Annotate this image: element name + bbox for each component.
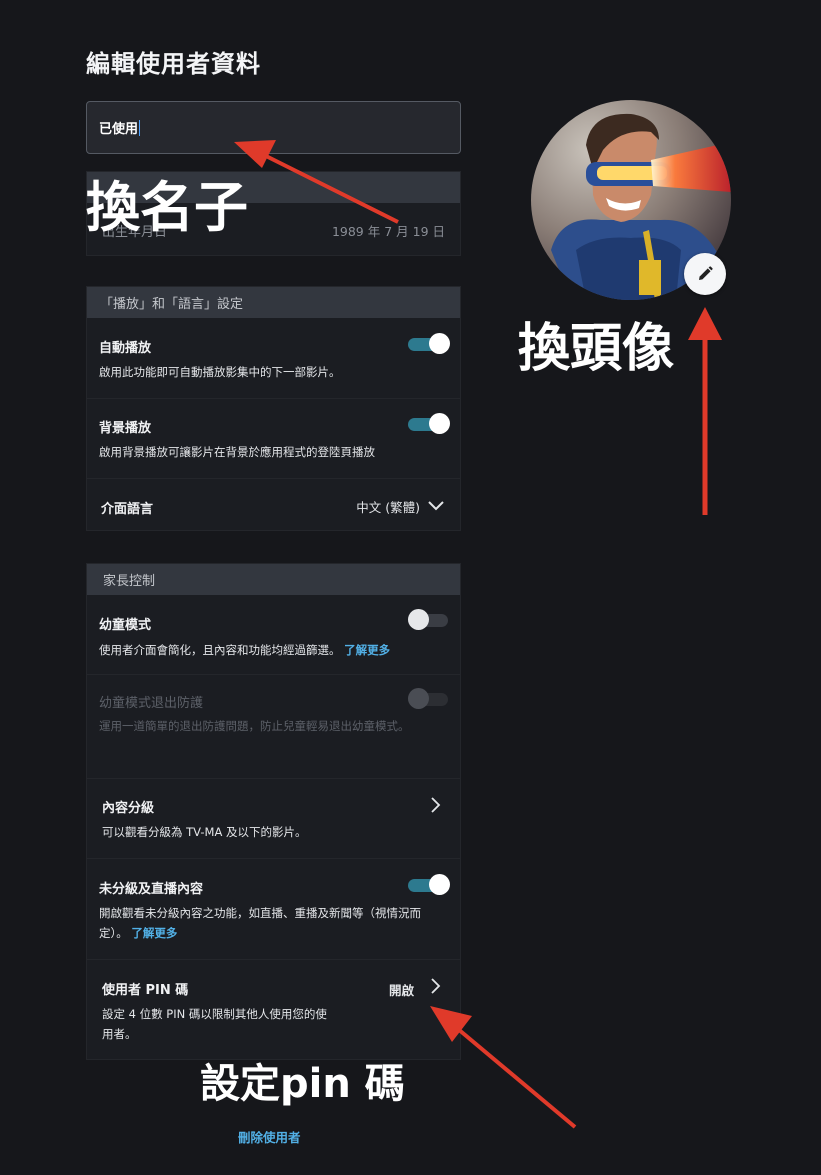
unrated-title: 未分級及直播內容	[99, 882, 204, 897]
content-rating-title: 內容分級	[102, 801, 155, 816]
background-play-toggle[interactable]	[408, 413, 450, 435]
kids-exit-desc: 運用一道簡單的退出防護問題，防止兒童輕易退出幼童模式。	[99, 719, 410, 733]
playback-language-panel: 「播放」和「語言」設定 自動播放 啟用此功能即可自動播放影集中的下一部影片。 背…	[86, 286, 461, 531]
birth-date-value: 1989 年 7 月 19 日	[331, 224, 445, 239]
edit-avatar-button[interactable]	[684, 253, 726, 295]
toggle-knob	[408, 609, 429, 630]
pin-status-value: 開啟	[388, 983, 414, 998]
playback-panel-header: 「播放」和「語言」設定	[87, 287, 460, 318]
toggle-knob	[429, 333, 450, 354]
kids-mode-row: 幼童模式 使用者介面會簡化，且內容和功能均經過篩選。 了解更多	[87, 595, 460, 675]
edit-profile-page: 編輯使用者資料 已使用 出生年月日 1989 年 7 月 19 日 「播放」和「…	[0, 0, 821, 1175]
autoplay-desc: 啟用此功能即可自動播放影集中的下一部影片。	[99, 365, 341, 379]
unrated-learn-more-link[interactable]: 了解更多	[131, 926, 177, 940]
unrated-content-row: 未分級及直播內容 開啟觀看未分級內容之功能，如直播、重播及新聞等（視情況而定）。…	[87, 859, 460, 960]
kids-mode-learn-more-link[interactable]: 了解更多	[344, 643, 390, 657]
content-rating-desc: 可以觀看分級為 TV-MA 及以下的影片。	[102, 825, 307, 839]
set-pin-annotation: 設定pin 碼	[200, 1061, 405, 1107]
background-play-row: 背景播放 啟用背景播放可讓影片在背景於應用程式的登陸頁播放	[87, 399, 460, 479]
chevron-right-icon[interactable]	[424, 794, 446, 816]
unrated-toggle[interactable]	[408, 874, 450, 896]
kids-mode-desc: 使用者介面會簡化，且內容和功能均經過篩選。 了解更多	[99, 640, 390, 660]
toggle-knob	[429, 874, 450, 895]
autoplay-row: 自動播放 啟用此功能即可自動播放影集中的下一部影片。	[87, 318, 460, 399]
chevron-right-icon[interactable]	[424, 975, 446, 997]
chevron-down-icon[interactable]	[425, 494, 447, 516]
content-rating-row[interactable]: 內容分級 可以觀看分級為 TV-MA 及以下的影片。	[87, 779, 460, 859]
kids-exit-protection-row: 幼童模式退出防護 運用一道簡單的退出防護問題，防止兒童輕易退出幼童模式。	[87, 675, 460, 779]
autoplay-title: 自動播放	[99, 341, 152, 356]
kids-mode-toggle[interactable]	[408, 609, 450, 631]
ui-language-row[interactable]: 介面語言 中文 (繁體)	[87, 479, 460, 531]
kids-mode-title: 幼童模式	[99, 618, 152, 633]
parental-controls-panel: 家長控制 幼童模式 使用者介面會簡化，且內容和功能均經過篩選。 了解更多 幼童模…	[86, 563, 461, 1060]
pencil-icon	[699, 266, 713, 280]
kids-exit-toggle[interactable]	[408, 688, 450, 710]
kids-exit-title: 幼童模式退出防護	[99, 696, 204, 711]
delete-profile-link[interactable]: 刪除使用者	[238, 1127, 301, 1146]
page-title: 編輯使用者資料	[86, 50, 261, 78]
parental-panel-header: 家長控制	[87, 564, 460, 595]
text-caret	[139, 119, 141, 136]
pin-title: 使用者 PIN 碼	[102, 983, 189, 998]
pin-desc: 設定 4 位數 PIN 碼以限制其他人使用您的使用者。	[102, 1007, 327, 1041]
user-pin-row[interactable]: 使用者 PIN 碼 開啟 設定 4 位數 PIN 碼以限制其他人使用您的使用者。	[87, 960, 460, 1058]
autoplay-toggle[interactable]	[408, 333, 450, 355]
kids-mode-desc-text: 使用者介面會簡化，且內容和功能均經過篩選。	[99, 643, 341, 657]
rename-annotation: 換名子	[86, 176, 248, 239]
toggle-knob	[429, 413, 450, 434]
change-avatar-annotation: 換頭像	[518, 319, 675, 379]
profile-name-input[interactable]: 已使用	[86, 101, 461, 154]
ui-language-title: 介面語言	[101, 502, 154, 517]
toggle-knob	[408, 688, 429, 709]
background-play-desc: 啟用背景播放可讓影片在背景於應用程式的登陸頁播放	[99, 445, 375, 459]
profile-name-value: 已使用	[99, 122, 139, 137]
ui-language-value: 中文 (繁體)	[356, 500, 420, 515]
unrated-desc: 開啟觀看未分級內容之功能，如直播、重播及新聞等（視情況而定）。 了解更多	[99, 903, 444, 943]
background-play-title: 背景播放	[99, 421, 152, 436]
avatar-arrow	[688, 307, 722, 515]
